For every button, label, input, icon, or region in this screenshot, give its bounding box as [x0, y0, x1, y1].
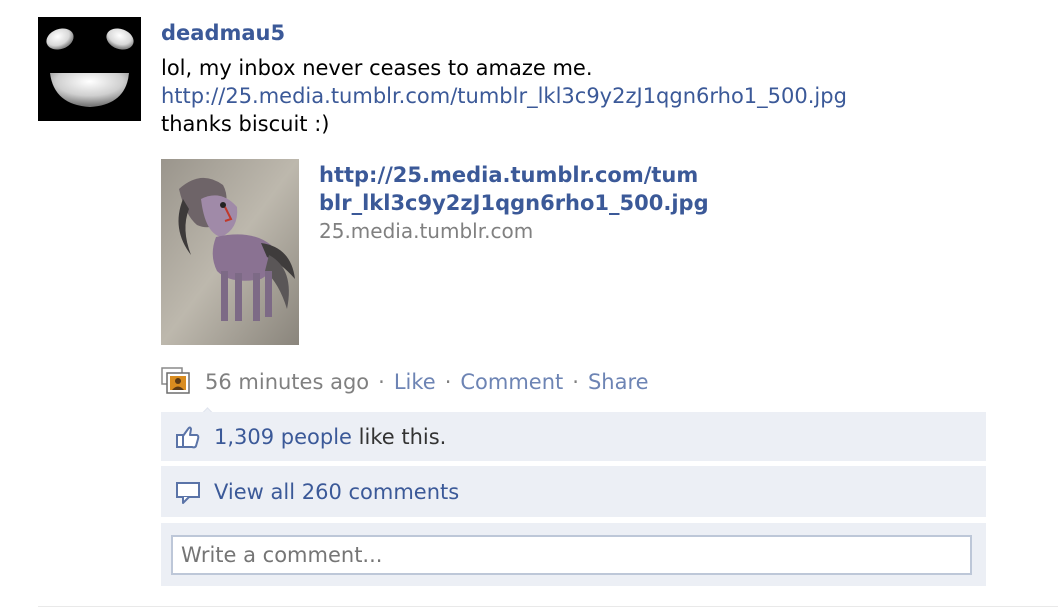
meta-separator: · [378, 370, 385, 394]
compose-row [161, 523, 986, 586]
comment-bubble-icon [176, 481, 200, 504]
attachment-title-link[interactable]: http://25.media.tumblr.com/tum blr_lkl3c… [319, 161, 789, 217]
post-message-url-link[interactable]: http://25.media.tumblr.com/tumblr_lkl3c9… [161, 82, 847, 110]
attachment-thumbnail[interactable] [161, 159, 299, 345]
attachment-title-line: http://25.media.tumblr.com/tum [319, 163, 699, 187]
likes-suffix: like this. [358, 424, 447, 449]
deadmau5-avatar-icon [46, 28, 134, 107]
post-message-line: thanks biscuit :) [161, 112, 330, 136]
story-divider [38, 606, 1058, 607]
meta-separator: · [444, 370, 452, 394]
likes-count-link[interactable]: 1,309 people [214, 425, 352, 449]
likes-row: 1,309 people like this. [161, 412, 986, 463]
comments-row[interactable]: View all 260 comments [161, 466, 986, 517]
like-link[interactable]: Like [394, 367, 436, 397]
pony-drawing-image [161, 159, 299, 345]
comment-input[interactable] [171, 534, 972, 575]
view-all-comments-link[interactable]: View all 260 comments [214, 480, 459, 504]
attachment-title-line: blr_lkl3c9y2zJ1qgn6rho1_500.jpg [319, 191, 709, 215]
post-timestamp[interactable]: 56 minutes ago [205, 367, 369, 397]
author-avatar[interactable] [38, 17, 141, 121]
share-link[interactable]: Share [588, 367, 649, 397]
post-meta-bar: 56 minutes ago · Like · Comment · Share [161, 367, 649, 397]
meta-separator: · [572, 370, 579, 394]
stream-photo-icon [161, 367, 190, 394]
post-author-link[interactable]: deadmau5 [161, 21, 285, 45]
comment-link[interactable]: Comment [460, 367, 563, 397]
post-message-line: lol, my inbox never ceases to amaze me. [161, 56, 593, 80]
thumbs-up-icon [176, 426, 200, 448]
attachment-caption: 25.media.tumblr.com [319, 219, 534, 243]
